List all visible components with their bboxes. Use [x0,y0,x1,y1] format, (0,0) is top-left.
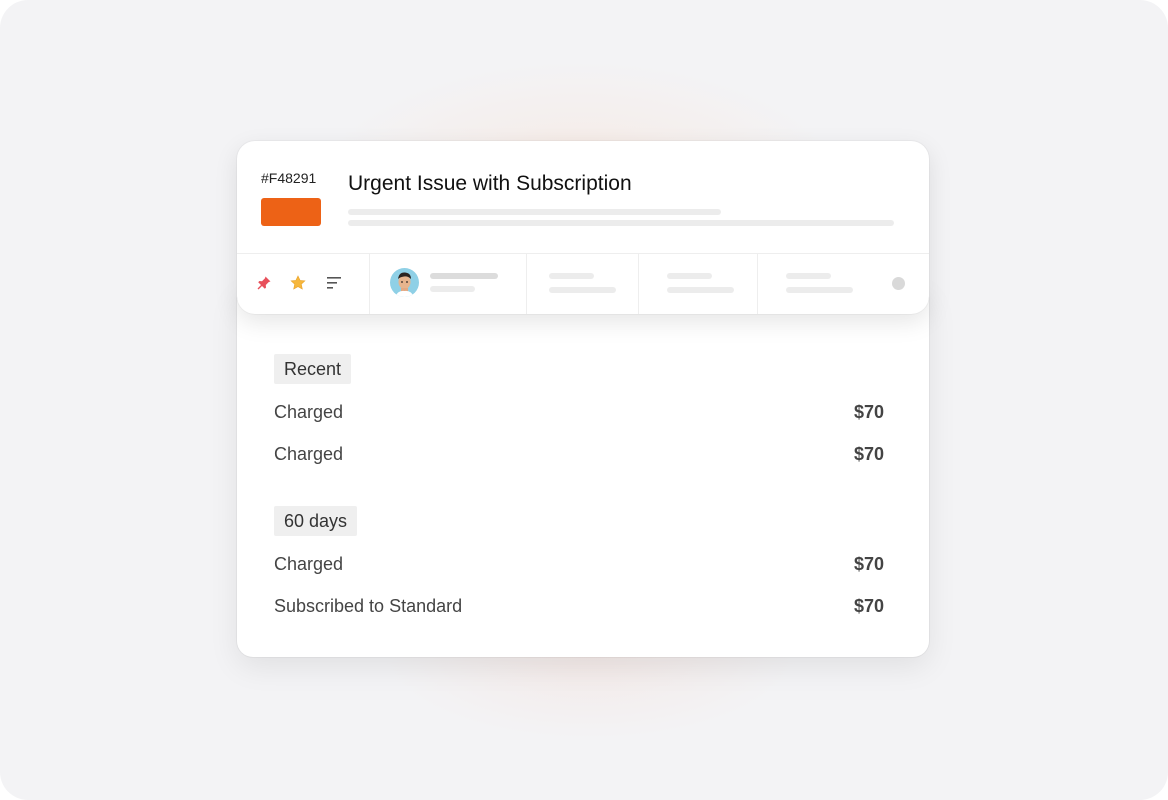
history-row[interactable]: Subscribed to Standard $70 [274,593,884,619]
field-placeholder [549,273,594,279]
history-row-label: Charged [274,402,344,422]
history-row-amount: $70 [853,554,884,574]
card-divider [237,253,929,254]
field-placeholder [667,287,734,293]
transaction-history-panel: Recent Charged $70 Charged $70 60 days C… [237,286,929,657]
avatar[interactable] [390,268,419,297]
field-placeholder [786,287,853,293]
toolbar-divider [757,253,758,314]
history-row-label: Charged [274,444,344,464]
history-row-label: Charged [274,554,344,574]
history-row-label: Subscribed to Standard [274,596,463,616]
toolbar-divider [526,253,527,314]
field-placeholder [667,273,712,279]
history-row[interactable]: Charged $70 [274,399,884,425]
status-badge[interactable] [261,198,321,226]
toolbar-divider [369,253,370,314]
section-label-60-days: 60 days [274,506,358,536]
history-row-amount: $70 [853,444,884,464]
sort-lines-icon[interactable] [326,276,342,290]
assignee-name-placeholder [430,273,498,279]
section-label-recent: Recent [274,354,352,384]
ticket-card[interactable]: #F48291 Urgent Issue with Subscription [237,141,929,314]
description-placeholder-line [348,220,894,226]
star-icon[interactable] [290,275,306,291]
assignee-detail-placeholder [430,286,475,292]
ticket-title: Urgent Issue with Subscription [348,172,632,195]
status-dot [892,277,905,290]
avatar-image [390,268,419,297]
description-placeholder-line [348,209,721,215]
history-row-amount: $70 [853,596,884,616]
history-row-amount: $70 [853,402,884,422]
field-placeholder [549,287,616,293]
background-canvas: Recent Charged $70 Charged $70 60 days C… [0,0,1168,800]
pin-icon[interactable] [256,275,272,291]
toolbar-divider [638,253,639,314]
field-placeholder [786,273,831,279]
ticket-id: #F48291 [261,170,317,186]
history-row[interactable]: Charged $70 [274,441,884,467]
history-row[interactable]: Charged $70 [274,551,884,577]
